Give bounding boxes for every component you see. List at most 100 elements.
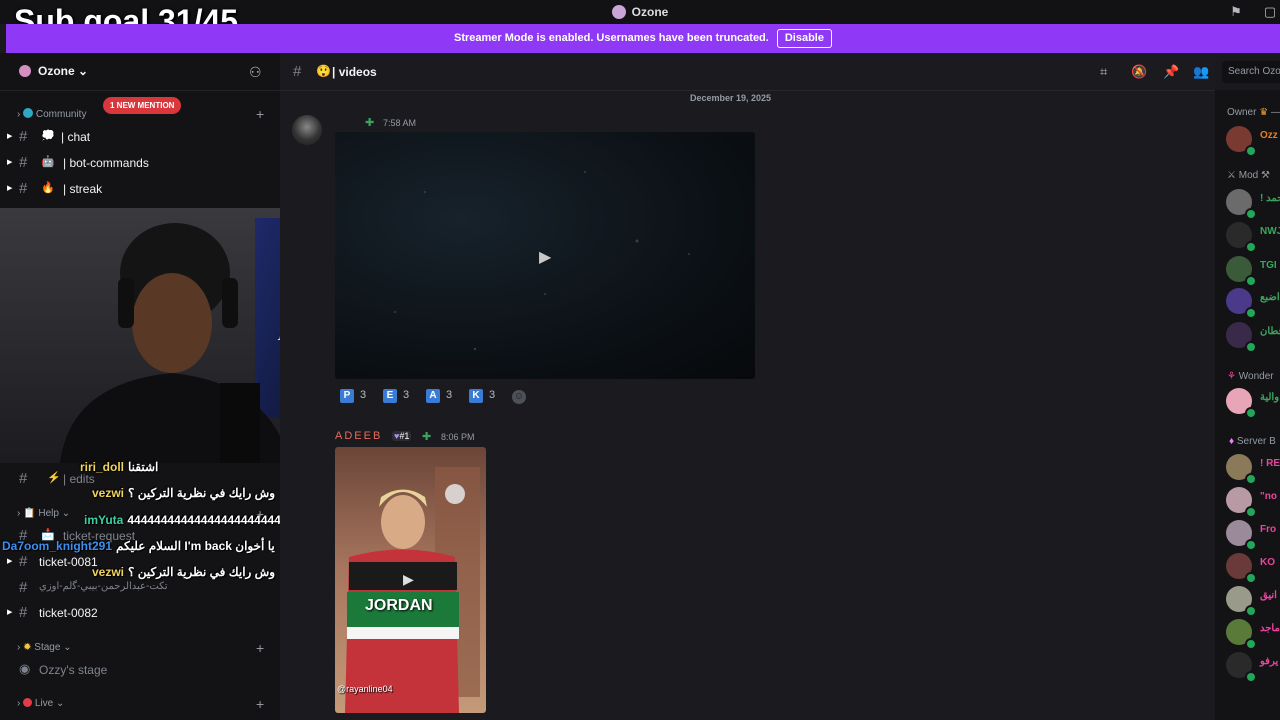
reaction-count: 3 [360,389,367,401]
category-community[interactable]: › Community [17,108,86,120]
member-row[interactable]: TGI [1226,256,1280,287]
emoji-icon: 😲 [316,64,331,78]
channel-chat[interactable]: ▶ # 💭 | chat [7,128,277,146]
category-label: Stage [34,642,61,653]
reaction-a[interactable]: A3 [426,389,452,406]
disable-button[interactable]: Disable [776,29,832,48]
category-label: Wonder [1238,371,1274,382]
member-row[interactable]: NWJ [1226,222,1280,253]
streamer-mode-banner: Streamer Mode is enabled. Usernames have… [6,24,1280,53]
member-row[interactable]: Fro [1226,520,1280,551]
add-channel-icon[interactable]: + [256,106,264,122]
threads-icon[interactable]: ⌗ [1100,64,1107,80]
channel-label: | bot-commands [63,156,149,170]
mute-bell-icon[interactable]: 🔕 [1131,64,1147,80]
video-caption: JORDAN [365,597,433,614]
status-indicator [1245,208,1257,220]
member-row[interactable]: اضبع [1226,288,1280,319]
member-list-icon[interactable]: 👥 [1193,64,1209,80]
category-label: Community [35,109,87,120]
channel-label: | edits [63,472,95,486]
message-timestamp: 7:58 AM [383,118,417,128]
member-name: ماجد [1260,623,1280,634]
play-icon[interactable]: ▶ [403,571,414,588]
add-reaction-icon[interactable]: ☺ [512,390,526,404]
lightning-icon: ⚡ [47,472,61,484]
avatar[interactable] [292,115,322,145]
server-avatar [19,65,31,77]
status-indicator [1245,241,1257,253]
member-row[interactable]: والية [1226,388,1280,419]
member-name: NWJ [1260,226,1280,237]
diamond-icon: ♦ [1229,436,1235,447]
chevron-down-icon: ⌄ [78,64,89,78]
category-help[interactable]: › 📋 Help ⌄ [17,508,70,519]
reaction-p[interactable]: P3 [340,389,366,406]
add-channel-icon[interactable]: + [256,696,264,712]
category-label: Live [34,698,54,709]
message-author[interactable]: ADEEB [335,430,382,442]
video-embed[interactable]: ▶ [335,132,755,379]
category-stage[interactable]: › ✹ Stage ⌄ [17,642,72,653]
hash-icon: # [19,128,28,145]
chat-username: vezwi [92,486,125,500]
new-mention-badge[interactable]: 1 NEW MENTION [103,97,182,114]
reaction-k[interactable]: K3 [469,389,495,406]
member-row[interactable]: قطان [1226,322,1280,353]
reaction-emoji: P [340,389,354,403]
member-row[interactable]: ! حمد [1226,189,1280,220]
crown-icon: ♛ [1259,107,1269,118]
category-label: Mod [1238,170,1259,181]
add-channel-icon[interactable]: + [256,640,264,656]
reaction-e[interactable]: E3 [383,389,409,406]
reaction-count: 3 [403,389,410,401]
category-label: Owner [1227,107,1257,118]
member-row[interactable]: "no [1226,487,1280,518]
status-indicator [1245,506,1257,518]
status-indicator [1245,307,1257,319]
reaction-count: 3 [446,389,453,401]
member-category-mod: ⚔ Mod ⚒ [1227,170,1270,181]
channel-streak[interactable]: ▶ # 🔥 | streak [7,180,277,198]
member-name: KO [1260,557,1275,568]
pin-icon[interactable]: 📌 [1163,64,1179,80]
sun-icon: ✹ [23,642,32,653]
role-tag: ♥#1 [392,431,412,441]
member-row[interactable]: ماجد [1226,619,1280,650]
member-name: يرفو [1260,656,1279,667]
channel-label: ticket-0082 [39,606,98,620]
stream-chat-line: vezwi وش رايك في نظرية التركين ؟ [92,565,275,579]
inbox-icon[interactable]: ⚑ [1228,4,1244,20]
chat-message: اشتقنا [128,460,159,474]
server-name-dropdown[interactable]: Ozone ⌄ [19,64,88,78]
message-timestamp: 8:06 PM [441,432,475,442]
robot-icon: 🤖 [41,156,55,168]
banner-text: Streamer Mode is enabled. Usernames have… [454,32,769,44]
member-row[interactable]: KO [1226,553,1280,584]
verified-icon: ✚ [365,117,375,129]
channel-ticket-0082[interactable]: ▶ # ticket-0082 [7,604,277,622]
search-input[interactable]: Search Ozone [1222,61,1280,83]
status-indicator [1245,671,1257,683]
reaction-emoji: E [383,389,397,403]
invite-icon[interactable]: ⚇ [249,64,262,81]
video-embed[interactable]: JORDAN ▶ @rayanline04 [335,447,486,713]
member-row[interactable]: يرفو [1226,652,1280,683]
play-icon[interactable]: ▶ [539,247,551,267]
member-row[interactable]: Ozz [1226,126,1280,157]
member-row[interactable]: ! RE [1226,454,1280,485]
channel-label: تكت-عبدالرحمن-بيبي-ﮔلم-اوزي [39,581,168,592]
chat-message: وش رايك في نظرية التركين ؟ [128,565,276,579]
verified-icon: ✚ [422,431,432,443]
channel-arabic-ticket[interactable]: # تكت-عبدالرحمن-بيبي-ﮔلم-اوزي [7,579,277,597]
red-dot-icon [23,698,33,707]
chat-username: vezwi [92,565,125,579]
help-icon[interactable]: ▢ [1262,4,1278,20]
wonder-icon: ⚘ [1227,371,1236,382]
member-row[interactable]: انيق [1226,586,1280,617]
globe-icon [23,108,34,118]
channel-ozzys-stage[interactable]: ◉ Ozzy's stage [7,661,277,679]
channel-bot-commands[interactable]: ▶ # 🤖 | bot-commands [7,154,277,172]
category-live[interactable]: › Live ⌄ [17,698,64,709]
status-indicator [1245,605,1257,617]
